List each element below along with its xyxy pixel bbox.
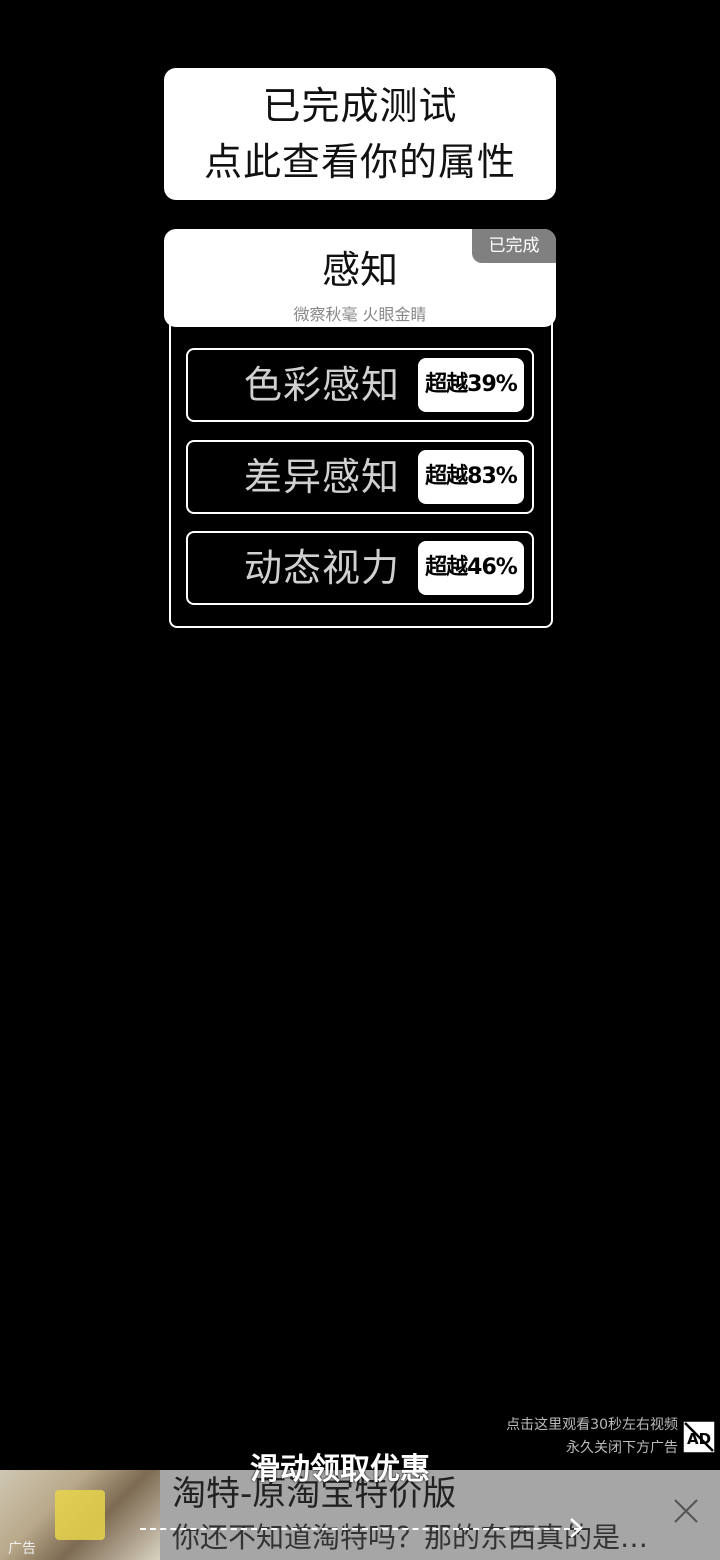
- stat-percentile: 超越39%: [418, 358, 524, 412]
- view-attributes-card[interactable]: 已完成测试 点此查看你的属性: [164, 68, 556, 200]
- chevron-right-icon: [570, 1518, 583, 1538]
- remove-ads-hint-line1: 点击这里观看30秒左右视频: [506, 1417, 678, 1433]
- ad-block-icon[interactable]: AD: [682, 1420, 716, 1454]
- category-card: 感知 微察秋毫 火眼金睛 已完成: [164, 229, 556, 327]
- stat-percentile: 超越46%: [418, 541, 524, 595]
- stat-row-dynamic-vision[interactable]: 动态视力 超越46%: [186, 531, 534, 605]
- stat-row-color[interactable]: 色彩感知 超越39%: [186, 348, 534, 422]
- stat-row-difference[interactable]: 差异感知 超越83%: [186, 440, 534, 514]
- remove-ads-hint[interactable]: 点击这里观看30秒左右视频 永久关闭下方广告: [506, 1414, 678, 1460]
- stat-label: 动态视力: [243, 546, 400, 590]
- close-icon[interactable]: [672, 1497, 700, 1525]
- ad-thumbnail: 广告: [0, 1470, 160, 1560]
- result-line-2: 点此查看你的属性: [203, 140, 516, 184]
- ad-label: 广告: [8, 1541, 36, 1557]
- swipe-guide-line: [140, 1528, 580, 1532]
- stat-label: 色彩感知: [243, 363, 400, 407]
- stat-percentile: 超越83%: [418, 450, 524, 504]
- remove-ads-hint-line2: 永久关闭下方广告: [566, 1440, 678, 1456]
- status-badge: 已完成: [472, 229, 556, 263]
- result-line-1: 已完成测试: [262, 84, 458, 128]
- ad-overlay-text: 滑动领取优惠: [250, 1452, 430, 1487]
- category-subtitle: 微察秋毫 火眼金睛: [293, 305, 427, 324]
- stat-label: 差异感知: [243, 455, 400, 499]
